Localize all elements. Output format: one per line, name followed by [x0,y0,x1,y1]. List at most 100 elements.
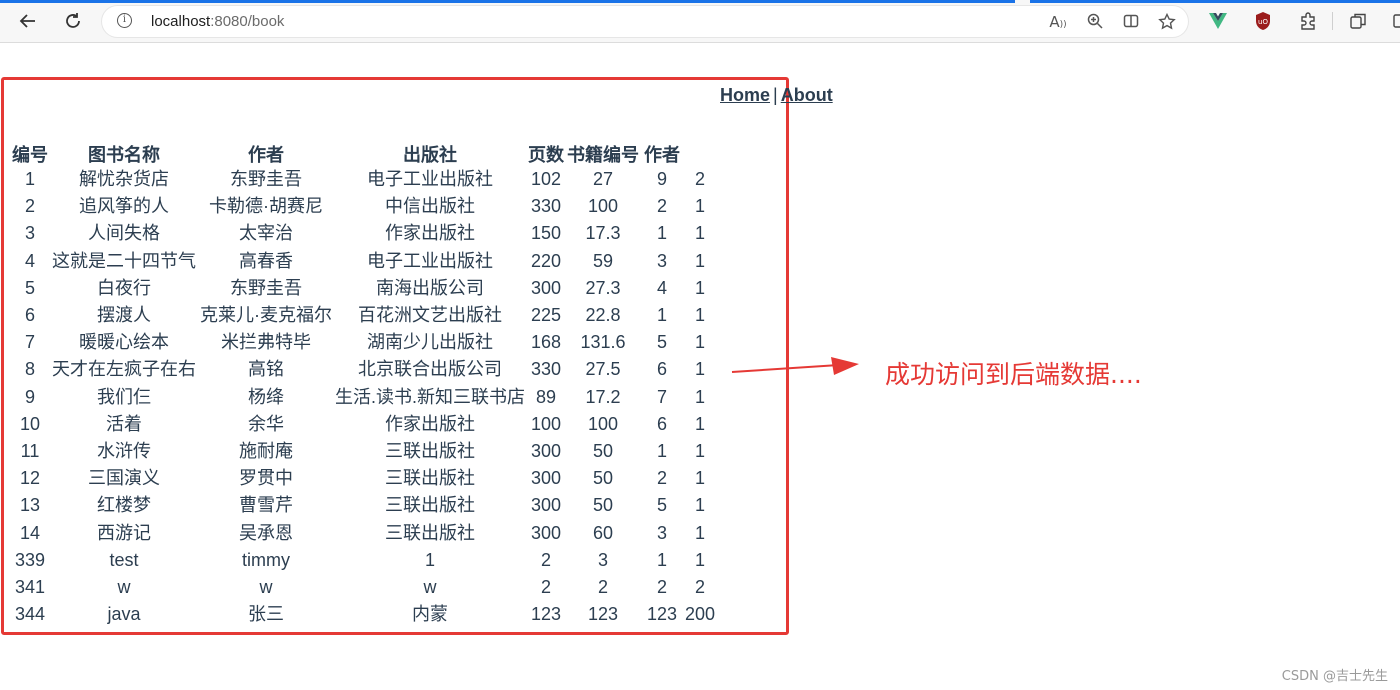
nav-about-link[interactable]: About [781,85,833,105]
table-row: 8 天才在左疯子在右 高铭 北京联合出版公司 330 27.5 6 1 [10,356,716,383]
table-row: 12 三国演义 罗贯中 三联出版社 300 50 2 1 [10,465,716,492]
cell-book-number: 17.2 [585,386,621,407]
cell-book-name: 水浒传 [97,440,151,461]
cell-book-name: 红楼梦 [97,495,151,516]
cell-book-number: 27.3 [585,277,621,298]
cell-book-name: 白夜行 [97,277,151,298]
table-row: 339 test timmy 1 2 3 1 1 [10,547,716,574]
table-header-row: 编号 图书名称 作者 出版社 页数 书籍编号 作者 [10,144,716,166]
cell-pages: 300 [530,522,562,543]
cell-author-2: 9 [657,169,668,190]
cell-pages: 100 [530,413,562,434]
cell-pages: 89 [536,386,557,407]
cell-book-number: 2 [598,576,609,597]
cell-id: 11 [20,440,40,461]
table-row: 2 追风筝的人 卡勒德·胡赛尼 中信出版社 330 100 2 1 [10,193,716,220]
cell-author-2: 3 [657,250,668,271]
collections-icon[interactable] [1347,10,1369,32]
cell-book-number: 60 [593,522,614,543]
loading-bar [0,0,1015,3]
table-row: 4 这就是二十四节气 高春香 电子工业出版社 220 59 3 1 [10,248,716,275]
cell-author-2: 2 [657,576,668,597]
cell-author-2: 4 [657,277,668,298]
cell-publisher: 三联出版社 [385,495,475,516]
nav-home-link[interactable]: Home [720,85,770,105]
books-table-body: 1 解忧杂货店 东野圭吾 电子工业出版社 102 27 9 2 2 追风筝的人 卡勒德·胡赛尼 中信出… [10,166,716,628]
toolbar-divider [1332,12,1333,30]
cell-author-2: 2 [657,196,668,217]
cell-id: 10 [19,413,41,434]
cell-publisher: 北京联合出版公司 [358,359,502,380]
table-row: 5 白夜行 东野圭吾 南海出版公司 300 27.3 4 1 [10,275,716,302]
cell-author-2: 3 [657,522,668,543]
cell-book-name: test [109,549,139,570]
cell-book-name: 人间失格 [88,223,160,244]
site-info-icon[interactable]: i [117,13,132,28]
cell-pages: 225 [530,305,562,326]
cell-author-2: 1 [657,305,668,326]
header-id: 编号 [12,145,48,165]
cell-book-name: 我们仨 [97,386,151,407]
cell-author: w [259,576,273,597]
header-author-2: 作者 [644,145,681,165]
cell-extra: 1 [695,196,706,217]
cell-publisher: 三联出版社 [385,522,475,543]
cell-pages: 300 [530,440,562,461]
address-bar[interactable]: i localhost:8080/book A)) [102,6,1188,37]
split-screen-icon[interactable] [1120,13,1142,31]
url-text[interactable]: localhost:8080/book [151,13,284,30]
nav-separator: | [773,85,778,105]
cell-extra: 1 [695,495,706,516]
cell-id: 2 [24,196,35,217]
books-table: 编号 图书名称 作者 出版社 页数 书籍编号 作者 1 解忧杂货店 东野圭吾 电子工业… [10,144,716,628]
reload-icon[interactable] [60,8,86,34]
cell-book-number: 50 [593,495,614,516]
cell-pages: 330 [530,196,562,217]
cell-extra: 1 [695,386,706,407]
cell-id: 12 [19,468,41,489]
cell-author: 张三 [248,604,284,625]
table-row: 14 西游记 吴承恩 三联出版社 300 60 3 1 [10,519,716,546]
cell-id: 9 [24,386,35,407]
cell-pages: 2 [541,576,552,597]
cell-book-number: 50 [593,440,614,461]
cell-author: 高春香 [239,250,293,271]
cell-book-name: 天才在左疯子在右 [52,359,196,380]
cell-publisher: 中信出版社 [385,196,475,217]
ublock-icon[interactable]: uO [1252,10,1274,32]
table-row: 3 人间失格 太宰治 作家出版社 150 17.3 1 1 [10,220,716,247]
cell-book-number: 27 [593,169,614,190]
cell-extra: 1 [695,440,706,461]
cell-publisher: w [423,576,437,597]
vue-devtools-icon[interactable] [1207,10,1229,32]
table-row: 10 活着 余华 作家出版社 100 100 6 1 [10,411,716,438]
cell-id: 5 [24,277,35,298]
favorite-star-icon[interactable] [1156,12,1178,31]
url-path: :8080/book [210,13,285,30]
cell-publisher: 电子工业出版社 [367,169,493,190]
cell-book-number: 131.6 [580,332,626,353]
url-host: localhost [151,13,211,30]
cell-extra: 1 [695,332,706,353]
cell-extra: 1 [695,522,706,543]
cell-publisher: 南海出版公司 [376,277,484,298]
cell-publisher: 作家出版社 [385,413,475,434]
cell-author: 杨绛 [248,386,284,407]
extensions-puzzle-icon[interactable] [1297,10,1319,32]
cell-author-2: 1 [657,549,668,570]
cell-extra: 200 [685,604,716,625]
read-aloud-icon[interactable]: A)) [1047,13,1069,31]
cell-extra: 2 [695,576,706,597]
settings-more-icon[interactable] [1388,10,1400,32]
back-icon[interactable] [15,8,41,34]
cell-author: timmy [242,549,290,570]
zoom-icon[interactable] [1084,13,1106,31]
cell-author-2: 5 [657,332,668,353]
loading-bar-tail [1030,0,1400,3]
cell-pages: 330 [530,359,562,380]
table-row: 9 我们仨 杨绛 生活.读书.新知三联书店 89 17.2 7 1 [10,384,716,411]
cell-book-number: 100 [587,196,619,217]
cell-extra: 1 [695,413,706,434]
cell-book-name: 追风筝的人 [79,196,169,217]
cell-extra: 1 [695,468,706,489]
